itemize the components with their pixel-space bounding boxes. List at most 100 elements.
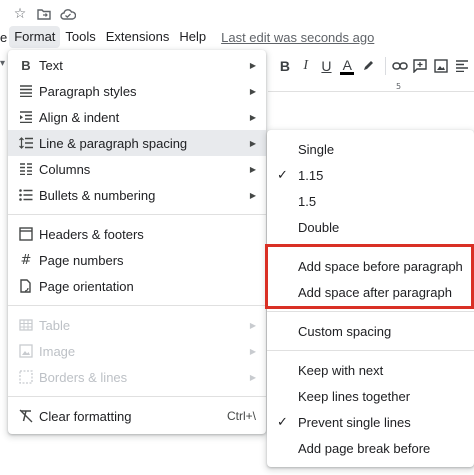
menu-item-label: Image bbox=[39, 343, 76, 359]
keep-with-next[interactable]: Keep with next bbox=[267, 357, 474, 383]
spacing-1-15[interactable]: ✓ 1.15 bbox=[267, 162, 474, 188]
chevron-down-icon[interactable]: ▾ bbox=[0, 58, 5, 69]
menu-item-label: Double bbox=[298, 219, 340, 235]
menu-item-label: Paragraph styles bbox=[39, 83, 137, 99]
menu-item-label: Add page break before bbox=[298, 440, 431, 456]
menu-item-label: Single bbox=[298, 141, 335, 157]
menu-item-label: 1.5 bbox=[298, 193, 317, 209]
format-menu-item-line-spacing[interactable]: Line & paragraph spacing ▶ bbox=[8, 130, 266, 156]
format-menu-item-table: Table ▶ bbox=[8, 312, 266, 338]
add-page-break-before[interactable]: Add page break before bbox=[267, 435, 474, 461]
menu-help[interactable]: Help bbox=[174, 26, 211, 48]
page-orientation-icon bbox=[18, 278, 34, 294]
submenu-arrow-icon: ▶ bbox=[249, 346, 256, 356]
highlight-pen-icon[interactable] bbox=[359, 55, 377, 77]
add-comment-icon[interactable] bbox=[412, 55, 430, 77]
menu-divider bbox=[267, 311, 474, 312]
title-bar: ☆ e Format Tools Extensions Help Last ed… bbox=[0, 0, 474, 52]
format-menu-item-clear-formatting[interactable]: Clear formatting Ctrl+\ bbox=[8, 403, 266, 429]
ruler-mark: 5 bbox=[396, 82, 402, 91]
menu-item-label: Bullets & numbering bbox=[39, 187, 156, 203]
text-color-icon: A bbox=[342, 56, 352, 73]
format-menu-item-columns[interactable]: Columns ▶ bbox=[8, 156, 266, 182]
bullets-icon bbox=[18, 187, 34, 203]
format-menu-item-borders: Borders & lines ▶ bbox=[8, 364, 266, 390]
paragraph-styles-icon bbox=[18, 83, 34, 99]
format-menu-item-text[interactable]: B Text ▶ bbox=[8, 52, 266, 78]
menu-item-label: Headers & footers bbox=[39, 226, 144, 242]
menu-divider bbox=[8, 214, 266, 215]
table-icon bbox=[18, 317, 34, 333]
menu-item-label: Page orientation bbox=[39, 278, 134, 294]
menu-bar: e Format Tools Extensions Help Last edit… bbox=[0, 26, 374, 48]
text-color-swatch bbox=[340, 71, 355, 75]
image-icon bbox=[18, 343, 34, 359]
menu-divider bbox=[8, 305, 266, 306]
last-edit-link[interactable]: Last edit was seconds ago bbox=[221, 28, 374, 47]
hash-icon: # bbox=[20, 252, 32, 268]
prevent-single-lines[interactable]: ✓ Prevent single lines bbox=[267, 409, 474, 435]
ruler[interactable]: 5 bbox=[268, 80, 474, 92]
insert-image-icon[interactable] bbox=[432, 55, 450, 77]
menu-item-label: Text bbox=[39, 57, 63, 73]
menu-divider bbox=[8, 396, 266, 397]
menu-item-label: Line & paragraph spacing bbox=[39, 135, 188, 151]
italic-button[interactable]: I bbox=[297, 55, 315, 77]
menu-item-label: Keep with next bbox=[298, 362, 384, 378]
menu-item-label: Table bbox=[39, 317, 71, 333]
submenu-arrow-icon: ▶ bbox=[249, 164, 256, 174]
star-icon[interactable]: ☆ bbox=[12, 6, 28, 22]
menu-item-label: Custom spacing bbox=[298, 323, 392, 339]
link-icon[interactable] bbox=[391, 55, 409, 77]
bold-button[interactable]: B bbox=[276, 55, 294, 77]
bold-icon: B bbox=[21, 57, 31, 73]
align-indent-icon bbox=[18, 109, 34, 125]
move-to-folder-icon[interactable] bbox=[36, 6, 52, 22]
format-menu-item-align-indent[interactable]: Align & indent ▶ bbox=[8, 104, 266, 130]
format-menu-item-bullets[interactable]: Bullets & numbering ▶ bbox=[8, 182, 266, 208]
headers-footers-icon bbox=[18, 226, 34, 242]
format-menu-item-page-numbers[interactable]: # Page numbers bbox=[8, 247, 266, 273]
spacing-double[interactable]: Double bbox=[267, 214, 474, 240]
format-menu-item-page-orientation[interactable]: Page orientation bbox=[8, 273, 266, 299]
checkmark-icon: ✓ bbox=[277, 414, 288, 430]
menu-item-label: Align & indent bbox=[39, 109, 120, 125]
keep-lines-together[interactable]: Keep lines together bbox=[267, 383, 474, 409]
text-color-button[interactable]: A bbox=[338, 55, 356, 77]
submenu-arrow-icon: ▶ bbox=[249, 190, 256, 200]
custom-spacing[interactable]: Custom spacing bbox=[267, 318, 474, 344]
spacing-1-5[interactable]: 1.5 bbox=[267, 188, 474, 214]
menu-item-label: Columns bbox=[39, 161, 91, 177]
toolbar-divider bbox=[384, 57, 386, 75]
checkmark-icon: ✓ bbox=[277, 167, 288, 183]
format-toolbar: B I U A bbox=[268, 52, 474, 80]
borders-icon bbox=[18, 369, 34, 385]
menu-item-label: 1.15 bbox=[298, 167, 324, 183]
format-menu: B Text ▶ Paragraph styles ▶ Align & inde… bbox=[8, 50, 266, 434]
submenu-arrow-icon: ▶ bbox=[249, 112, 256, 122]
submenu-arrow-icon: ▶ bbox=[249, 138, 256, 148]
submenu-arrow-icon: ▶ bbox=[249, 86, 256, 96]
menu-item-label: Borders & lines bbox=[39, 369, 128, 385]
clear-formatting-icon bbox=[18, 408, 34, 424]
menu-tools[interactable]: Tools bbox=[60, 26, 100, 48]
line-spacing-icon bbox=[18, 135, 34, 151]
format-menu-item-image: Image ▶ bbox=[8, 338, 266, 364]
submenu-arrow-icon: ▶ bbox=[249, 320, 256, 330]
spacing-single[interactable]: Single bbox=[267, 136, 474, 162]
submenu-arrow-icon: ▶ bbox=[249, 60, 256, 70]
menu-edit-partial[interactable]: e bbox=[0, 28, 9, 47]
menu-item-label: Prevent single lines bbox=[298, 414, 411, 430]
align-icon[interactable] bbox=[453, 55, 471, 77]
menu-format[interactable]: Format bbox=[9, 26, 61, 48]
shortcut-label: Ctrl+\ bbox=[226, 409, 256, 423]
cloud-saved-icon[interactable] bbox=[60, 6, 76, 22]
format-menu-item-headers-footers[interactable]: Headers & footers bbox=[8, 221, 266, 247]
menu-extensions[interactable]: Extensions bbox=[101, 26, 175, 48]
columns-icon bbox=[18, 161, 34, 177]
underline-button[interactable]: U bbox=[318, 55, 336, 77]
menu-divider bbox=[267, 350, 474, 351]
annotation-highlight-box bbox=[265, 244, 474, 309]
format-menu-item-paragraph-styles[interactable]: Paragraph styles ▶ bbox=[8, 78, 266, 104]
menu-item-label: Keep lines together bbox=[298, 388, 411, 404]
